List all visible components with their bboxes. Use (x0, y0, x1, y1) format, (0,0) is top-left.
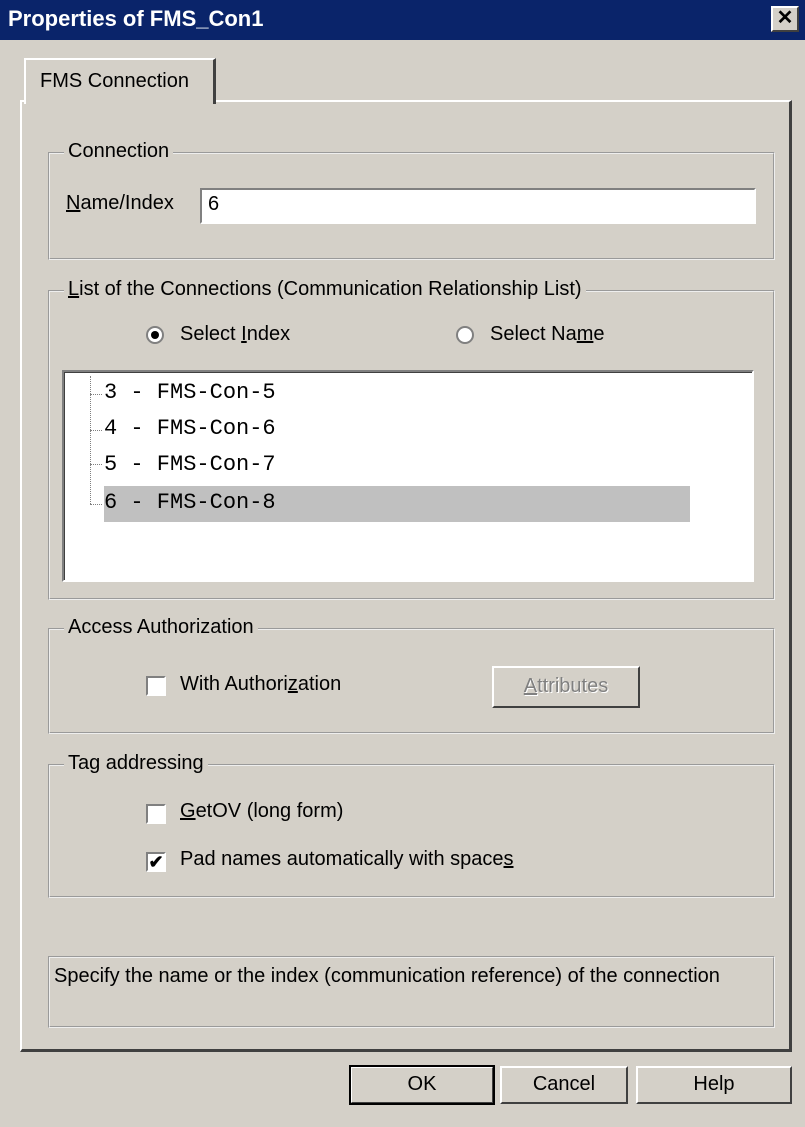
help-button[interactable]: Help (636, 1066, 792, 1104)
select-index-radio[interactable] (146, 326, 164, 344)
name-index-label: Name/Index (66, 192, 174, 214)
tab-label: FMS Connection (40, 70, 189, 92)
tag-addressing-group: Tag addressing (48, 752, 775, 898)
pad-names-label[interactable]: Pad names automatically with spaces (180, 848, 514, 871)
tree-connector (90, 504, 102, 505)
tree-connector-vertical (90, 376, 91, 504)
pad-names-checkbox[interactable]: ✔ (146, 852, 166, 872)
list-item-selected[interactable]: 6 - FMS-Con-8 (104, 486, 276, 520)
list-item[interactable]: 3 - FMS-Con-5 (104, 376, 276, 410)
list-item[interactable]: 4 - FMS-Con-6 (104, 412, 276, 446)
select-index-label[interactable]: Select Index (180, 323, 290, 346)
cancel-button[interactable]: Cancel (500, 1066, 628, 1104)
getov-label[interactable]: GetOV (long form) (180, 800, 343, 823)
window-title: Properties of FMS_Con1 (8, 6, 264, 31)
tree-connector (90, 464, 102, 465)
description-box: Specify the name or the index (communica… (48, 956, 775, 1028)
with-authorization-checkbox[interactable] (146, 676, 166, 696)
select-name-label[interactable]: Select Name (490, 323, 605, 346)
close-icon: ✕ (776, 7, 794, 29)
select-name-radio[interactable] (456, 326, 474, 344)
tree-connector (90, 430, 102, 431)
tab-fms-connection[interactable]: FMS Connection (24, 58, 216, 104)
with-authorization-label[interactable]: With Authorization (180, 673, 341, 696)
close-button[interactable]: ✕ (771, 6, 799, 32)
attributes-button[interactable]: Attributes (492, 666, 640, 708)
tag-addressing-legend: Tag addressing (64, 752, 208, 775)
getov-checkbox[interactable] (146, 804, 166, 824)
connection-legend: Connection (64, 140, 174, 163)
tree-connector (90, 394, 102, 395)
access-authorization-legend: Access Authorization (64, 616, 258, 639)
radio-dot-icon (151, 331, 159, 339)
title-bar: Properties of FMS_Con1 ✕ (0, 0, 805, 40)
connection-tree-list[interactable]: 3 - FMS-Con-5 4 - FMS-Con-6 5 - FMS-Con-… (62, 370, 754, 582)
list-item[interactable]: 5 - FMS-Con-7 (104, 448, 276, 482)
ok-button[interactable]: OK (349, 1065, 495, 1105)
name-index-input[interactable]: 6 (200, 188, 756, 224)
connection-list-legend: List of the Connections (Communication R… (64, 278, 586, 301)
checkmark-icon: ✔ (148, 852, 164, 872)
